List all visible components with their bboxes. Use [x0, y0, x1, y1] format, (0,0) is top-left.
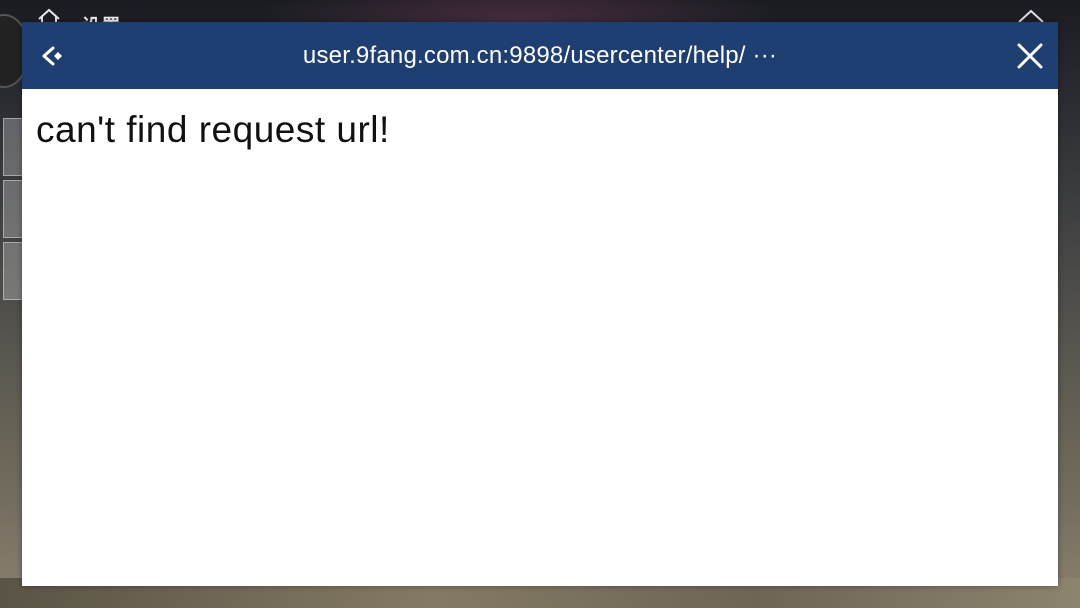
close-button[interactable]	[1012, 38, 1048, 74]
webview-dialog: user.9fang.com.cn:9898/usercenter/help/ …	[22, 22, 1058, 586]
webview-content: can't find request url!	[22, 89, 1058, 171]
webview-header: user.9fang.com.cn:9898/usercenter/help/ …	[22, 22, 1058, 89]
close-icon	[1017, 43, 1043, 69]
url-label: user.9fang.com.cn:9898/usercenter/help/ …	[302, 41, 778, 69]
error-message: can't find request url!	[36, 109, 390, 150]
back-arrow-icon	[42, 46, 62, 66]
back-button[interactable]	[34, 38, 70, 74]
